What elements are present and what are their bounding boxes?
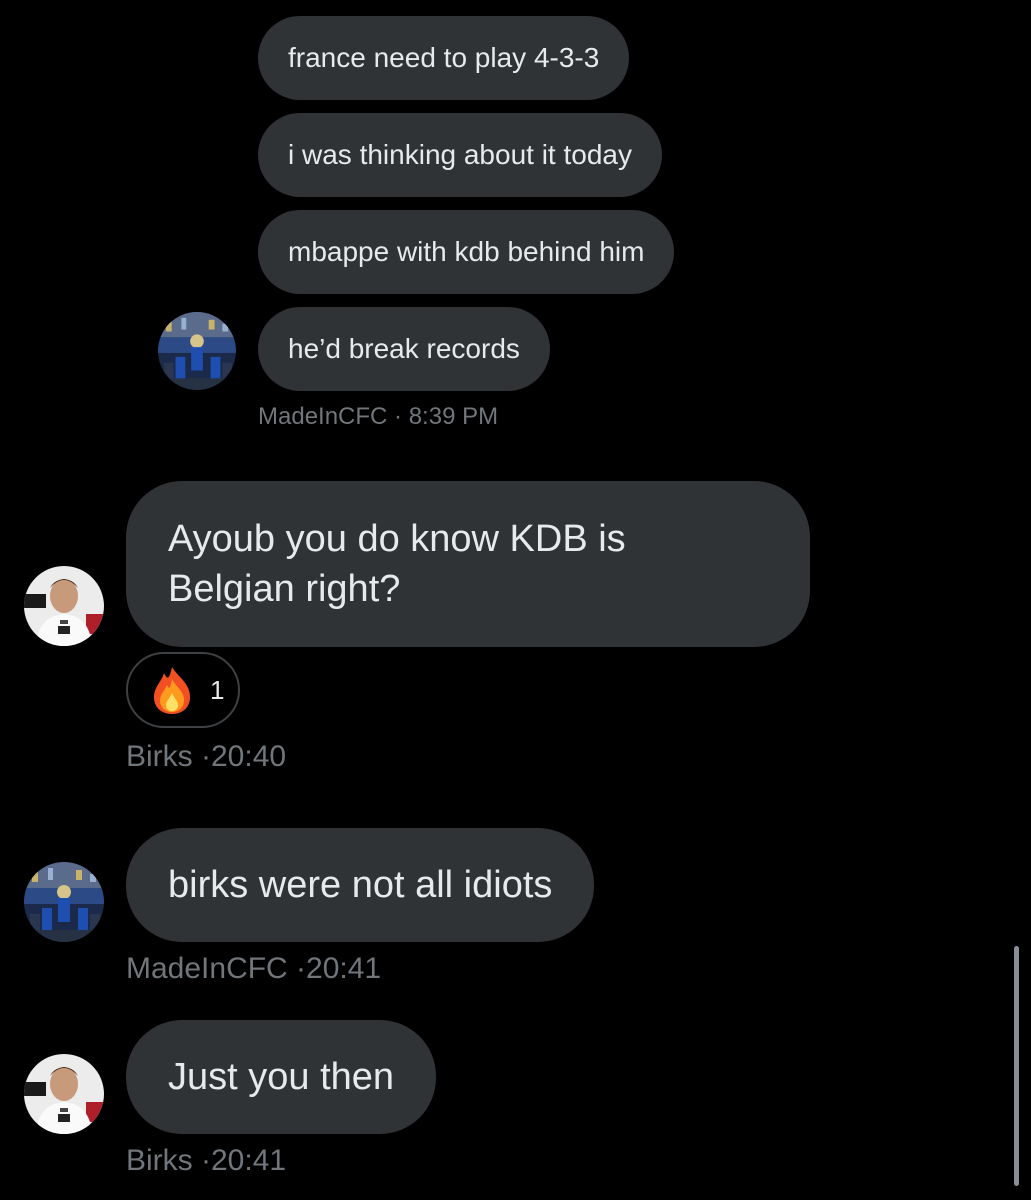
dm-conversation-screen: france need to play 4-3-3 i was thinking… [0,0,1031,1200]
message-text: birks were not all idiots [168,863,553,906]
scrollbar-thumb[interactable] [1014,946,1019,1186]
message-text-line: Belgian right? [168,568,401,610]
message-time: 20:41 [306,952,382,985]
avatar-madeincfc[interactable] [158,312,236,390]
sender-name: Birks [126,740,193,773]
message-time: 20:40 [211,740,287,773]
meta-separator: · [192,1144,211,1177]
avatar-madeincfc-image [24,862,104,942]
reaction-pill[interactable]: 1 [126,652,240,728]
avatar-birks[interactable] [24,566,104,646]
message-text: he’d break records [288,333,520,364]
message-bubble[interactable]: he’d break records [258,307,550,391]
avatar-birks-image [24,566,104,646]
message-bubble[interactable]: i was thinking about it today [258,113,662,197]
reaction-count: 1 [210,674,225,705]
message-bubble[interactable]: Just you then [126,1020,437,1134]
message-text: i was thinking about it today [288,139,632,170]
message-time: 8:39 PM [408,403,499,430]
message-text: Just you then [168,1055,395,1098]
meta-separator: · [192,740,211,773]
message-bubble[interactable]: france need to play 4-3-3 [258,16,630,100]
meta-separator: · [387,403,409,430]
message-meta: Birks ·20:41 [126,1144,286,1178]
message-text-line: Ayoub you do know KDB is [168,518,626,560]
message-text: france need to play 4-3-3 [288,42,600,73]
avatar-birks[interactable] [24,1054,104,1134]
sender-name: MadeInCFC [126,952,288,985]
message-bubble[interactable]: birks were not all idiots [126,828,595,942]
sender-name: MadeInCFC [258,403,388,430]
message-bubble[interactable]: mbappe with kdb behind him [258,210,675,294]
fire-emoji-icon [154,667,190,714]
message-bubble[interactable]: Ayoub you do know KDB is Belgian right? [126,481,810,647]
avatar-madeincfc-image [158,312,236,390]
sender-name: Birks [126,1144,193,1177]
message-meta: Birks ·20:40 [126,740,286,774]
meta-separator: · [287,952,307,985]
message-meta: MadeInCFC ·20:41 [126,952,381,986]
message-text: Ayoub you do know KDB is Belgian right? [168,514,626,614]
message-time: 20:41 [211,1144,287,1177]
avatar-madeincfc[interactable] [24,862,104,942]
message-text: mbappe with kdb behind him [288,236,645,267]
message-meta: MadeInCFC · 8:39 PM [258,403,498,431]
avatar-birks-image [24,1054,104,1134]
